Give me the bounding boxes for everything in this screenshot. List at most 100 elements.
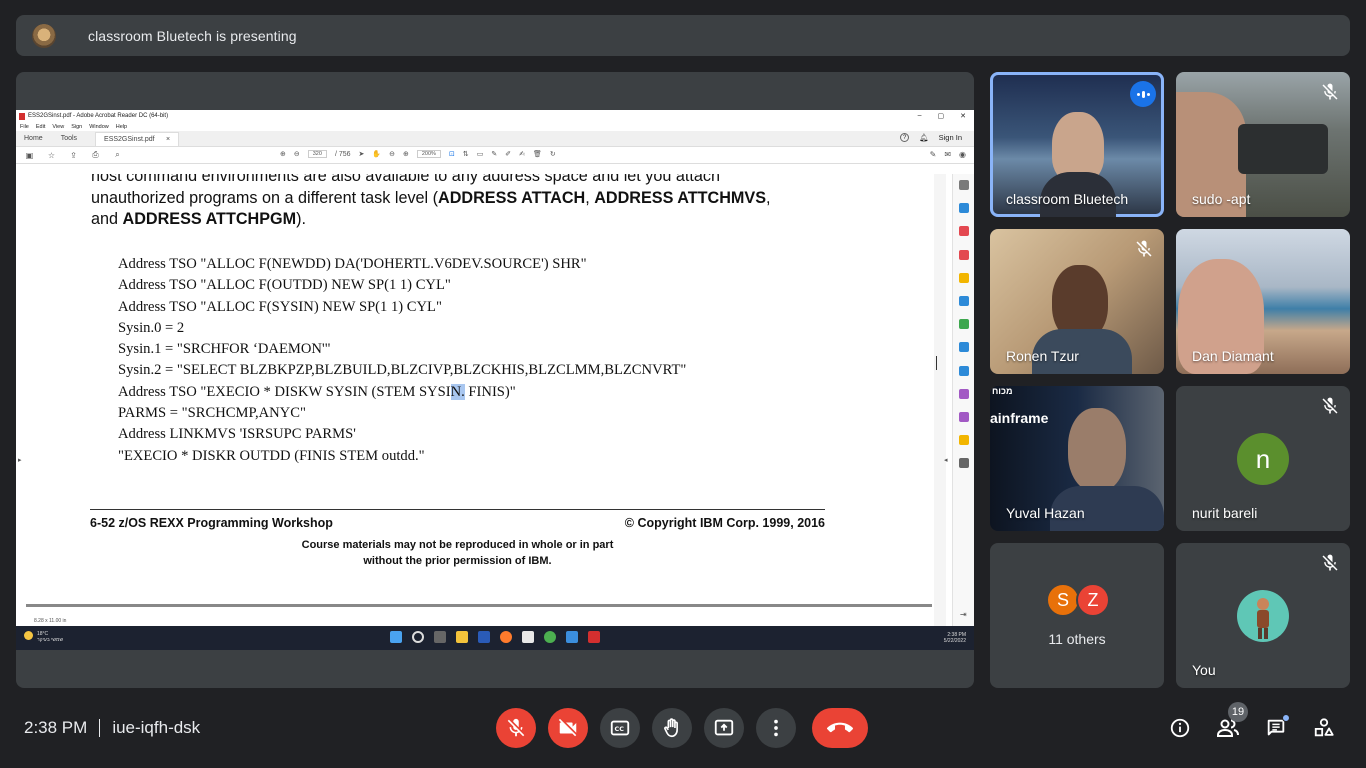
- combine-files-icon[interactable]: [958, 295, 969, 306]
- search-icon[interactable]: ⌕: [112, 150, 123, 161]
- tab-tools[interactable]: Tools: [53, 135, 87, 146]
- scan-ocr-icon[interactable]: [958, 342, 969, 353]
- participant-tile-you[interactable]: You: [1176, 543, 1350, 688]
- more-tools-icon[interactable]: [958, 458, 969, 469]
- right-pane-collapse-icon[interactable]: ◂: [944, 456, 948, 464]
- meeting-details-button[interactable]: [1164, 712, 1196, 744]
- present-button[interactable]: [704, 708, 744, 748]
- fill-sign-icon[interactable]: [958, 388, 969, 399]
- participant-tile-yuval-hazan[interactable]: מכוח ainframe Yuval Hazan: [990, 386, 1164, 531]
- print-icon[interactable]: ⎙: [90, 150, 101, 161]
- export-pdf-icon[interactable]: [958, 203, 969, 214]
- expand-pane-icon[interactable]: ⇥: [960, 610, 967, 619]
- help-icon[interactable]: ?: [900, 133, 910, 142]
- zoom-out-icon[interactable]: ⊖: [389, 150, 395, 158]
- mail-icon[interactable]: ✉: [944, 150, 951, 159]
- participant-tile-dan-diamant[interactable]: Dan Diamant: [1176, 229, 1350, 374]
- pen-icon[interactable]: ✎: [491, 150, 497, 158]
- chrome-icon[interactable]: [544, 631, 556, 643]
- intro-paragraph: host command environments are also avail…: [91, 174, 831, 231]
- send-signature-icon[interactable]: [958, 411, 969, 422]
- weather-widget[interactable]: 18°C שמשי בעיקר: [24, 631, 63, 643]
- camera-button[interactable]: [548, 708, 588, 748]
- minimize-icon[interactable]: –: [918, 112, 922, 120]
- menu-file[interactable]: File: [20, 124, 29, 130]
- pdf-icon: [19, 112, 25, 120]
- participant-tile-ronen-tzur[interactable]: Ronen Tzur: [990, 229, 1164, 374]
- chat-button[interactable]: [1260, 712, 1292, 744]
- more-options-button[interactable]: [756, 708, 796, 748]
- microphone-button[interactable]: [496, 708, 536, 748]
- protect-icon[interactable]: [958, 365, 969, 376]
- acrobat-taskbar-icon[interactable]: [588, 631, 600, 643]
- highlight-icon[interactable]: ✐: [505, 150, 511, 158]
- captions-button[interactable]: CC: [600, 708, 640, 748]
- store-icon[interactable]: [522, 631, 534, 643]
- participant-tile-classroom-bluetech[interactable]: classroom Bluetech: [990, 72, 1164, 217]
- windows-start-icon[interactable]: [390, 631, 402, 643]
- participant-tile-others[interactable]: S Z 11 others: [990, 543, 1164, 688]
- tab-home[interactable]: Home: [16, 135, 53, 146]
- taskbar-clock[interactable]: 2:38 PM 5/22/2022: [944, 632, 966, 644]
- participant-name: classroom Bluetech: [1006, 191, 1129, 207]
- notepad-icon[interactable]: [566, 631, 578, 643]
- participant-tile-sudo-apt[interactable]: sudo -apt: [1176, 72, 1350, 217]
- upload-icon[interactable]: ⇪: [68, 150, 79, 161]
- scroll-mode-icon[interactable]: ⇅: [463, 150, 469, 158]
- maximize-icon[interactable]: ▢: [938, 112, 945, 120]
- sign-icon[interactable]: ✍: [519, 150, 525, 158]
- code-example: Address TSO "ALLOC F(NEWDD) DA('DOHERTL.…: [118, 256, 686, 469]
- delete-icon[interactable]: 🗑︎: [533, 150, 542, 158]
- comment-icon[interactable]: ▭: [477, 150, 484, 158]
- edit-pdf-icon[interactable]: [958, 249, 969, 260]
- close-icon[interactable]: ✕: [960, 112, 966, 120]
- task-view-icon[interactable]: [434, 631, 446, 643]
- search-icon[interactable]: [412, 631, 424, 643]
- background-text: ainframe: [990, 410, 1049, 426]
- prev-page-icon[interactable]: ⊕: [280, 150, 286, 158]
- hand-tool-icon[interactable]: ✋: [372, 150, 381, 158]
- document-area[interactable]: ▸ host command environments are also ava…: [16, 174, 974, 626]
- menu-sign[interactable]: Sign: [71, 124, 82, 130]
- file-explorer-icon[interactable]: [456, 631, 468, 643]
- edit-icon[interactable]: ✎: [930, 150, 937, 159]
- tab-document-label: ESS2GSinst.pdf: [104, 136, 155, 143]
- firefox-icon[interactable]: [500, 631, 512, 643]
- menu-edit[interactable]: Edit: [36, 124, 45, 130]
- left-pane-toggle-icon[interactable]: ▸: [18, 456, 22, 464]
- menu-help[interactable]: Help: [116, 124, 127, 130]
- windows-taskbar: 18°C שמשי בעיקר 2:38 PM 5/22/2022: [16, 626, 974, 650]
- rotate-icon[interactable]: ↻: [550, 150, 556, 158]
- sign-in-link[interactable]: Sign In: [939, 133, 962, 142]
- svg-text:CC: CC: [615, 725, 625, 733]
- meeting-code[interactable]: iue-iqfh-dsk: [112, 718, 200, 738]
- share-icon[interactable]: [958, 435, 969, 446]
- activities-button[interactable]: [1308, 712, 1340, 744]
- zoom-level[interactable]: 200%: [416, 150, 441, 158]
- zoom-in-icon[interactable]: ⊕: [403, 150, 409, 158]
- page-number-input[interactable]: 320: [307, 150, 327, 158]
- intro-line-3: and ADDRESS ATTCHPGM).: [91, 210, 306, 228]
- tab-document[interactable]: ESS2GSinst.pdf ×: [95, 132, 180, 146]
- terminal-icon[interactable]: [478, 631, 490, 643]
- menu-view[interactable]: View: [52, 124, 64, 130]
- raise-hand-button[interactable]: [652, 708, 692, 748]
- vertical-scrollbar[interactable]: [934, 174, 946, 626]
- save-icon[interactable]: ▣: [24, 150, 35, 161]
- zoom-tool-icon[interactable]: [958, 180, 969, 190]
- tab-close-icon[interactable]: ×: [166, 136, 170, 143]
- people-button[interactable]: 19: [1212, 702, 1248, 744]
- organize-pages-icon[interactable]: [958, 319, 969, 330]
- intro-line-2: unauthorized programs on a different tas…: [91, 188, 771, 207]
- next-page-icon[interactable]: ⊖: [294, 150, 300, 158]
- star-icon[interactable]: ☆: [46, 150, 57, 161]
- select-cursor-icon[interactable]: ➤: [359, 150, 365, 158]
- participant-tile-nurit-bareli[interactable]: n nurit bareli: [1176, 386, 1350, 531]
- leave-call-button[interactable]: [812, 708, 868, 748]
- create-pdf-icon[interactable]: [958, 226, 969, 237]
- menu-window[interactable]: Window: [89, 124, 109, 130]
- fit-page-icon[interactable]: ⊡: [449, 150, 455, 158]
- comment-tool-icon[interactable]: [958, 272, 969, 283]
- bell-icon[interactable]: 🔔︎: [919, 133, 929, 142]
- account-icon[interactable]: ◉: [959, 150, 966, 159]
